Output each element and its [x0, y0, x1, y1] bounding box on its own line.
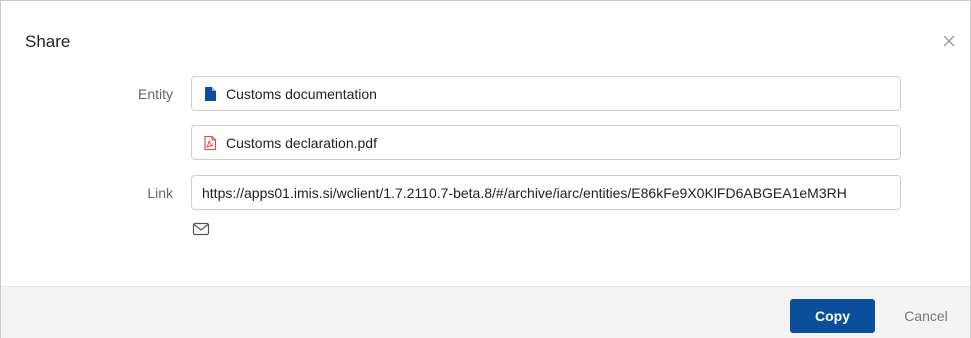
document-icon	[202, 86, 218, 102]
mail-icon	[192, 222, 210, 236]
email-link-button[interactable]	[192, 221, 210, 237]
share-dialog: Share Entity Customs documentation Custo…	[0, 0, 971, 338]
entity-document-name: Customs documentation	[226, 85, 377, 102]
link-input[interactable]	[202, 184, 900, 201]
cancel-button[interactable]: Cancel	[896, 299, 956, 333]
dialog-footer: Copy Cancel	[1, 286, 970, 338]
link-label: Link	[147, 185, 173, 201]
entity-attachment-item[interactable]: Customs declaration.pdf	[191, 125, 901, 160]
pdf-icon	[202, 135, 218, 151]
entity-document-item[interactable]: Customs documentation	[191, 76, 901, 111]
dialog-title: Share	[25, 32, 71, 51]
close-button[interactable]	[939, 31, 959, 51]
entity-label: Entity	[137, 86, 173, 102]
close-icon	[943, 35, 955, 47]
copy-button[interactable]: Copy	[790, 299, 875, 333]
link-field[interactable]	[191, 175, 901, 210]
entity-attachment-name: Customs declaration.pdf	[226, 134, 377, 151]
